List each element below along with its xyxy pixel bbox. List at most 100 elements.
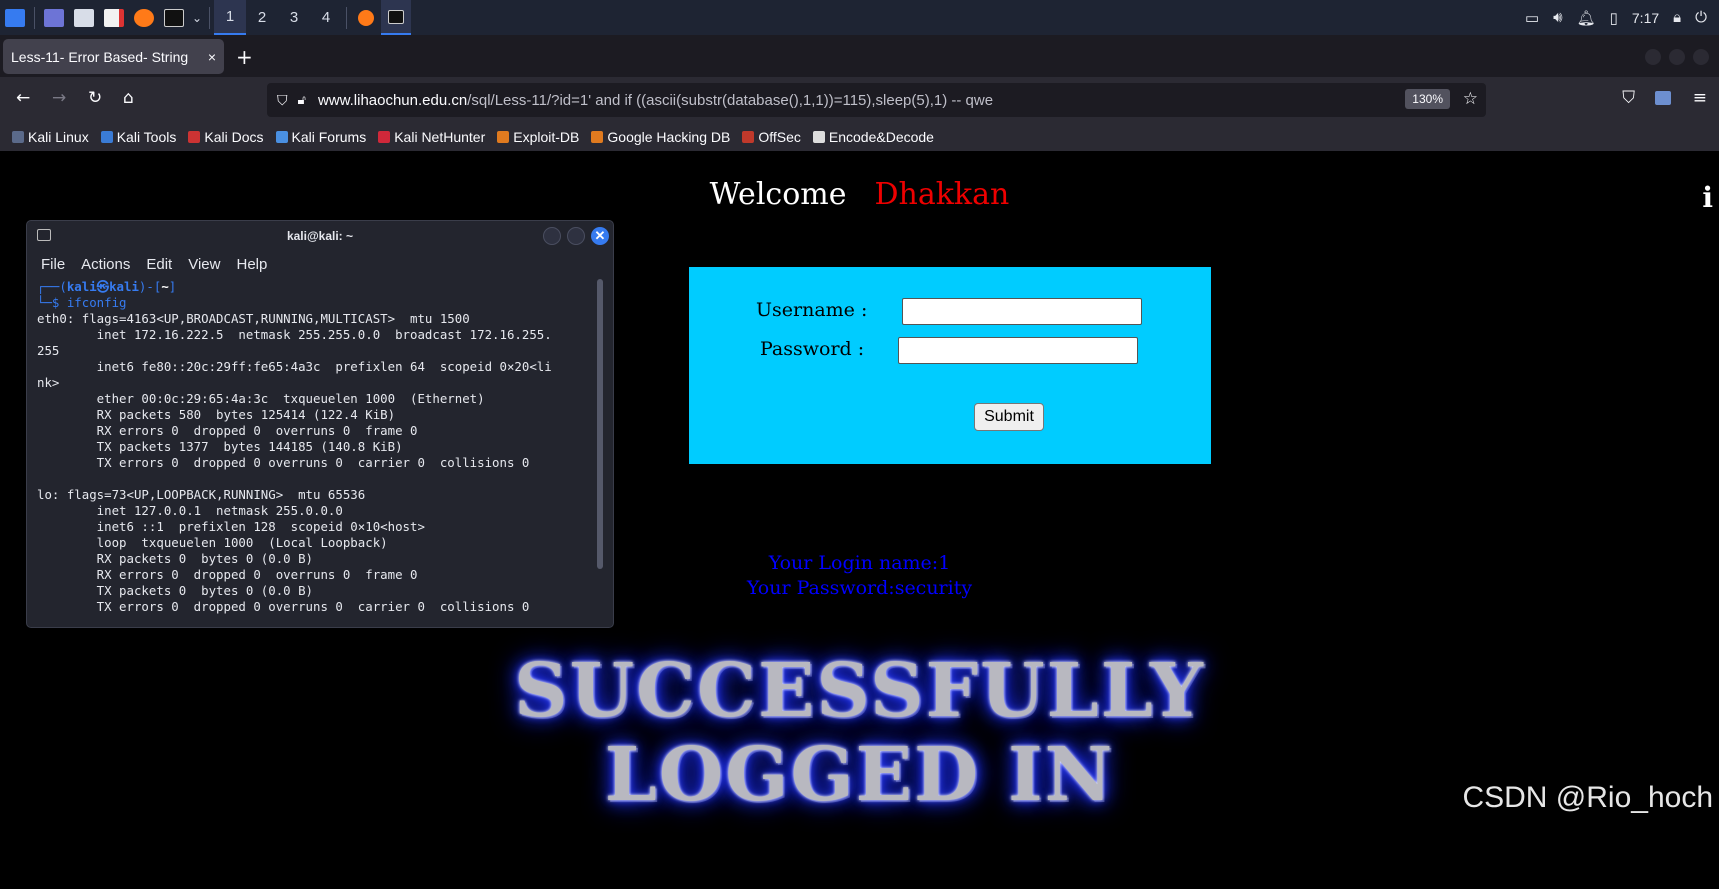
bookmark-google-hacking-db[interactable]: Google Hacking DB (591, 129, 730, 145)
lock-icon[interactable]: 🔒︎ (1673, 9, 1681, 26)
insecure-lock-icon[interactable]: 🔓︎ (298, 92, 306, 108)
text-editor-icon[interactable] (99, 0, 129, 35)
new-tab-button[interactable]: + (236, 45, 253, 69)
submit-button[interactable]: Submit (974, 403, 1044, 431)
terminal-output-line: RX packets 580 bytes 125414 (122.4 KiB) (37, 407, 396, 422)
bookmark-offsec[interactable]: OffSec (742, 129, 801, 145)
taskbar: ⌄ 1 2 3 4 ▭ 🔊︎ 🔔︎ ▯ 7:17 🔒︎ ⏻ (0, 0, 1719, 35)
chevron-down-icon[interactable]: ⌄ (189, 0, 205, 35)
url-bar[interactable]: ⛉ 🔓︎ www.lihaochun.edu.cn/sql/Less-11/?i… (267, 83, 1486, 117)
workspace-1[interactable]: 1 (214, 0, 246, 35)
terminal-minimize-button[interactable] (543, 227, 561, 245)
bookmark-kali-tools[interactable]: Kali Tools (100, 129, 176, 145)
google-hacking-db-icon (591, 131, 604, 143)
terminal-output-line: RX errors 0 dropped 0 overruns 0 frame 0 (37, 567, 418, 582)
offsec-icon (742, 131, 755, 143)
username-input[interactable] (902, 298, 1142, 325)
password-label: Password : (760, 338, 865, 360)
terminal-output-lines: eth0: flags=4163<UP,BROADCAST,RUNNING,MU… (37, 311, 597, 615)
clock[interactable]: 7:17 (1632, 10, 1659, 26)
system-tray: ▭ 🔊︎ 🔔︎ ▯ 7:17 🔒︎ ⏻ (1525, 0, 1719, 35)
reload-icon[interactable]: ↻ (88, 88, 102, 108)
terminal-close-icon[interactable]: ✕ (591, 227, 609, 245)
terminal-output-line: RX errors 0 dropped 0 overruns 0 frame 0 (37, 423, 418, 438)
maximize-window-button[interactable] (1669, 49, 1685, 65)
url-host: www.lihaochun.edu.cn (317, 91, 468, 109)
firefox-window-icon[interactable] (351, 0, 381, 35)
show-desktop-icon[interactable] (39, 0, 69, 35)
url-text[interactable]: www.lihaochun.edu.cn/sql/Less-11/?id=1' … (318, 92, 993, 109)
bookmark-label: Kali Docs (204, 129, 264, 145)
workspace-4[interactable]: 4 (310, 0, 342, 35)
welcome-heading: Welcome Dhakkan (0, 177, 1719, 212)
terminal-output-line: inet6 fe80::20c:29ff:fe65:4a3c prefixlen… (37, 359, 552, 374)
terminal-output-line: TX packets 1377 bytes 144185 (140.8 KiB) (37, 439, 403, 454)
hamburger-menu-icon[interactable]: ≡ (1693, 88, 1707, 108)
bookmark-star-icon[interactable]: ☆ (1463, 89, 1478, 109)
workspace-2[interactable]: 2 (246, 0, 278, 35)
username-label: Username : (756, 299, 868, 321)
terminal-output-line: RX packets 0 bytes 0 (0.0 B) (37, 551, 314, 566)
terminal-menu-help[interactable]: Help (236, 256, 267, 273)
home-icon[interactable]: ⌂ (123, 88, 134, 108)
terminal-scrollbar[interactable] (597, 279, 603, 569)
bookmark-exploit-db[interactable]: Exploit-DB (497, 129, 579, 145)
pocket-icon[interactable]: ⛉ (1622, 88, 1635, 108)
password-input[interactable] (898, 337, 1138, 364)
zoom-level-badge[interactable]: 130% (1405, 89, 1450, 109)
kali-nethunter-icon (378, 131, 391, 143)
bookmark-encode-decode[interactable]: Encode&Decode (812, 129, 934, 145)
terminal-prompt-line-1: ┌──(kali㉿kali)-[~] (37, 279, 597, 295)
shield-icon[interactable]: ⛉ (277, 92, 288, 109)
success-banner: SUCCESSFULLY LOGGED IN (0, 649, 1719, 817)
taskbar-separator (34, 6, 35, 29)
terminal-menu-view[interactable]: View (188, 256, 220, 273)
bookmark-kali-linux[interactable]: Kali Linux (12, 129, 89, 145)
terminal-output-line: ether 00:0c:29:65:4a:3c txqueuelen 1000 … (37, 391, 485, 406)
kali-linux-icon (12, 131, 24, 143)
bookmark-label: Kali NetHunter (394, 129, 486, 145)
screen-icon[interactable]: ▭ (1525, 9, 1539, 27)
close-tab-icon[interactable]: × (208, 49, 216, 65)
bookmark-kali-forums[interactable]: Kali Forums (275, 129, 366, 145)
banner-line-2: LOGGED IN (604, 732, 1115, 818)
terminal-output-line: TX errors 0 dropped 0 overruns 0 carrier… (37, 455, 530, 470)
terminal-output[interactable]: ┌──(kali㉿kali)-[~] └─$ ifconfig eth0: flag… (37, 279, 597, 615)
terminal-window-icon[interactable] (381, 0, 411, 35)
terminal-menu-edit[interactable]: Edit (146, 256, 172, 273)
prompt-segment: ┌──( (37, 279, 67, 294)
terminal-output-line: loop txqueuelen 1000 (Local Loopback) (37, 535, 388, 550)
minimize-window-button[interactable] (1645, 49, 1661, 65)
workspace-3[interactable]: 3 (278, 0, 310, 35)
forward-arrow-icon[interactable]: → (52, 88, 66, 108)
extension-icon[interactable] (1655, 91, 1671, 105)
terminal-output-line: eth0: flags=4163<UP,BROADCAST,RUNNING,MU… (37, 311, 470, 326)
terminal-menu-actions[interactable]: Actions (81, 256, 130, 273)
terminal-titlebar[interactable]: kali@kali: ~ ✕ (27, 221, 613, 251)
info-icon: i (1702, 181, 1713, 214)
terminal-menu-file[interactable]: File (41, 256, 65, 273)
close-window-button[interactable] (1693, 49, 1709, 65)
browser-tab[interactable]: Less-11- Error Based- String × (3, 39, 224, 74)
bookmark-kali-docs[interactable]: Kali Docs (188, 129, 264, 145)
volume-icon[interactable]: 🔊︎ (1553, 9, 1562, 26)
back-arrow-icon[interactable]: ← (16, 88, 30, 108)
prompt-dir: ~ (161, 279, 169, 294)
terminal-maximize-button[interactable] (567, 227, 585, 245)
kali-menu-icon[interactable] (0, 0, 30, 35)
firefox-launcher-icon[interactable] (129, 0, 159, 35)
battery-icon[interactable]: ▯ (1610, 9, 1618, 27)
terminal-command: ifconfig (66, 295, 127, 310)
power-icon[interactable]: ⏻ (1695, 9, 1707, 26)
prompt-segment: )-[ (138, 279, 162, 294)
terminal-launcher-icon[interactable] (159, 0, 189, 35)
watermark: CSDN @Rio_hoch (1462, 781, 1713, 814)
bookmark-label: Google Hacking DB (607, 129, 731, 145)
bookmark-kali-nethunter[interactable]: Kali NetHunter (378, 129, 485, 145)
kali-tools-icon (100, 131, 113, 143)
terminal-window[interactable]: kali@kali: ~ ✕ File Actions Edit View He… (26, 220, 614, 628)
tab-title: Less-11- Error Based- String (11, 48, 189, 65)
file-manager-icon[interactable] (69, 0, 99, 35)
notification-bell-icon[interactable]: 🔔︎ (1577, 9, 1596, 27)
bookmarks-toolbar: Kali Linux Kali Tools Kali Docs Kali For… (0, 123, 1719, 151)
